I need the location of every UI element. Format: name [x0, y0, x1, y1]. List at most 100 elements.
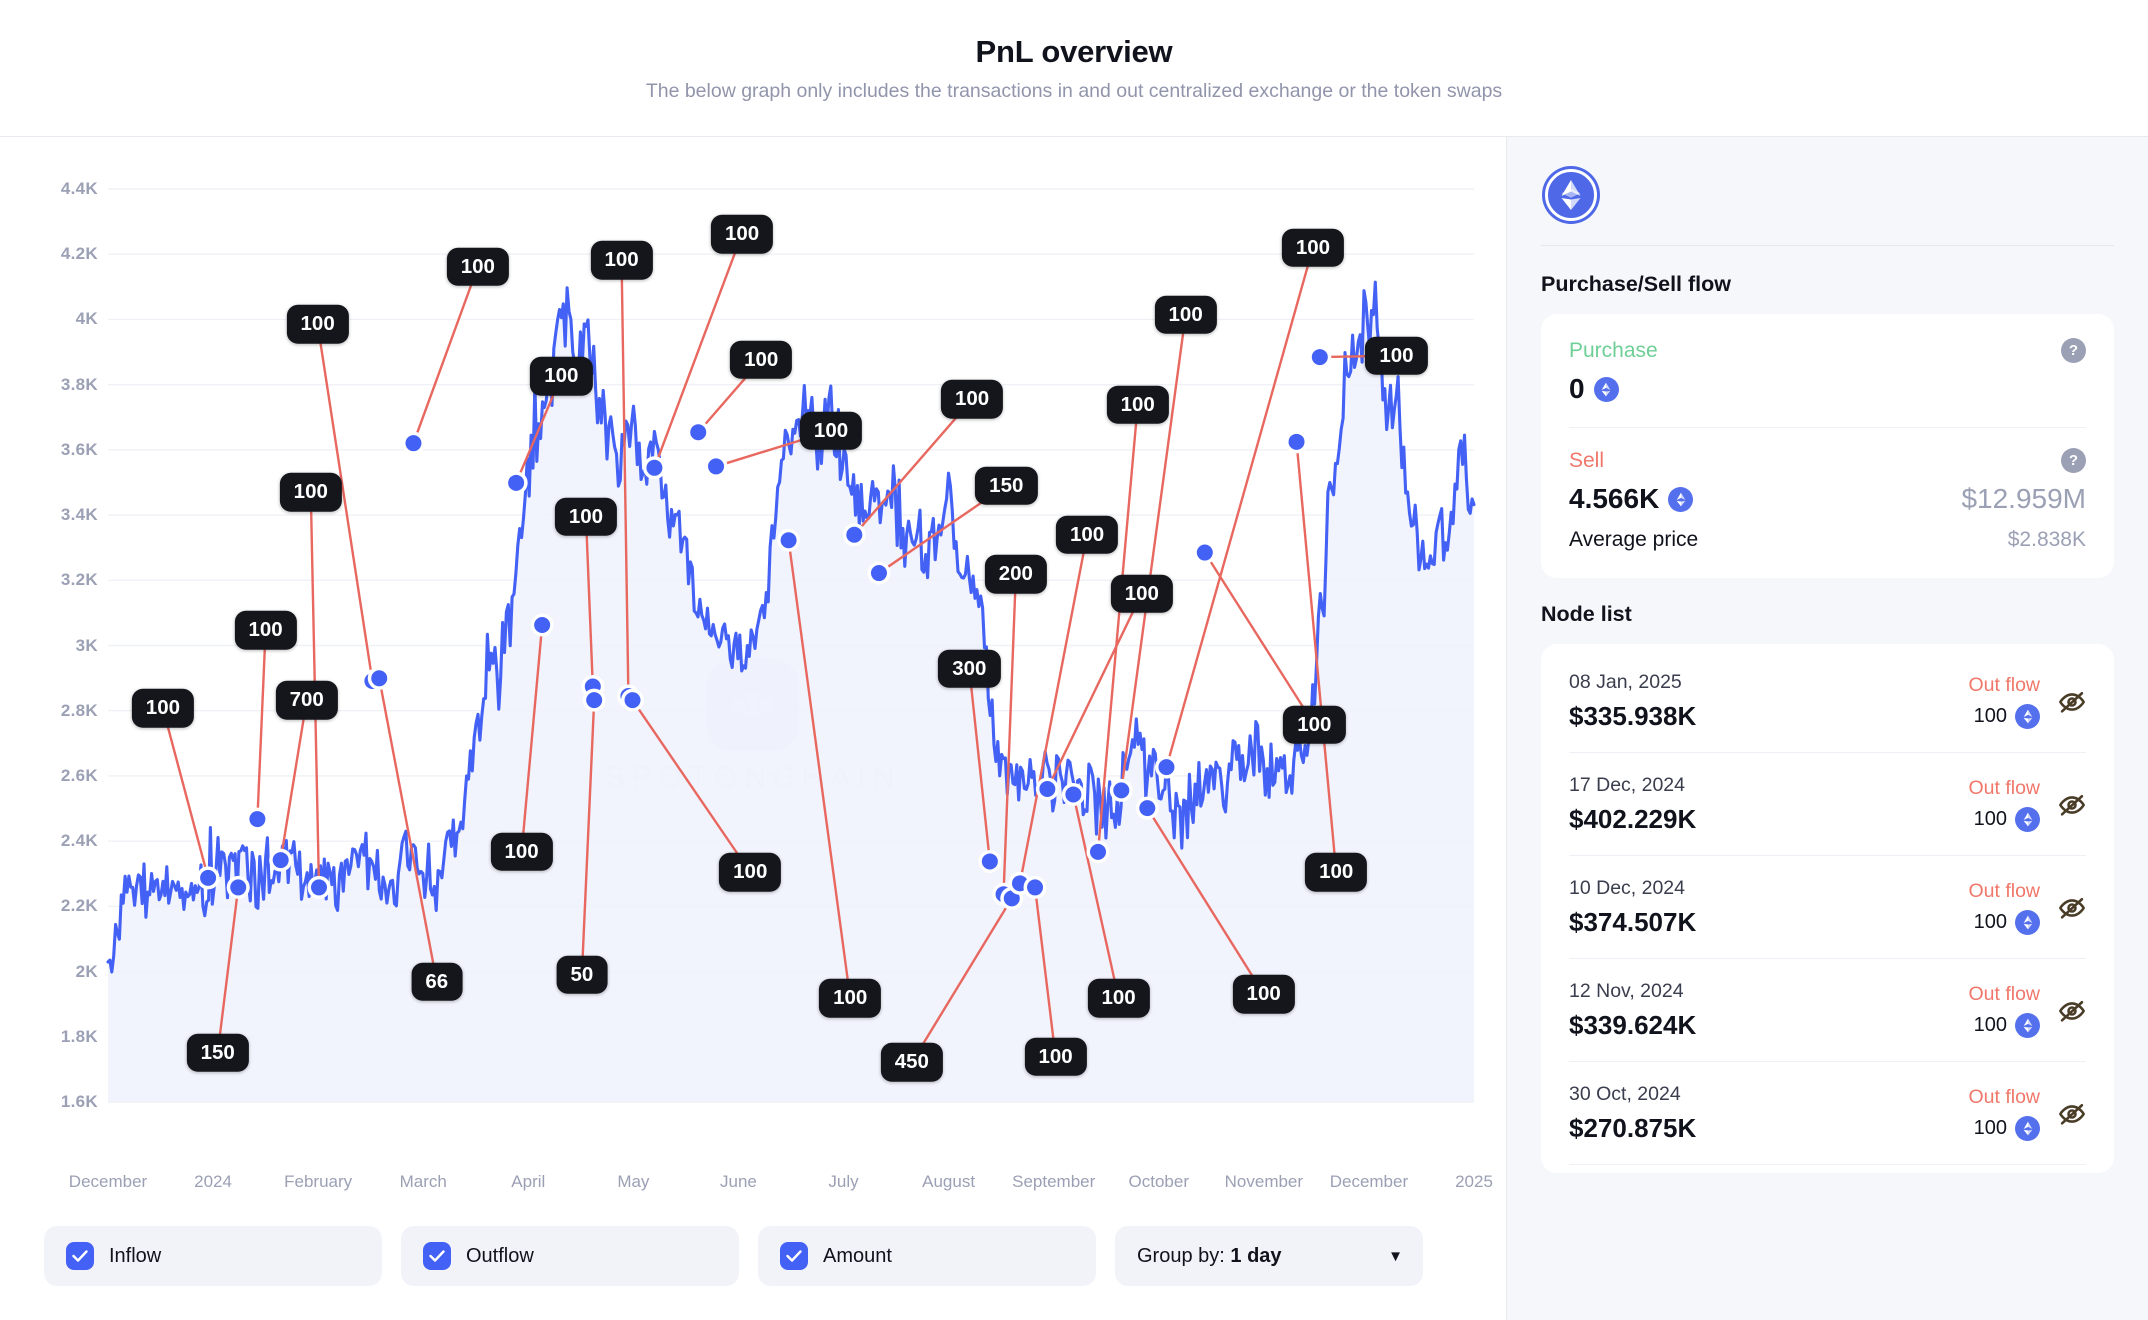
ethereum-token-icon[interactable] — [1545, 169, 1597, 221]
x-axis-tick-label: November — [1224, 1172, 1304, 1191]
chart-annotation-pill[interactable]: 100 — [554, 497, 618, 537]
flow-separator — [1569, 427, 2086, 428]
node-flow-type: Out flow — [1968, 880, 2040, 902]
page-title: PnL overview — [975, 33, 1173, 69]
chart-annotation-pill[interactable]: 100 — [799, 411, 863, 451]
chart-annotation-pill[interactable]: 100 — [1055, 515, 1119, 554]
outflow-label: Outflow — [466, 1244, 534, 1267]
sidebar: Purchase/Sell flow Purchase ? 0 Sell ? 4… — [1506, 137, 2148, 1320]
check-icon[interactable] — [423, 1242, 451, 1270]
x-axis-tick-label: June — [720, 1172, 757, 1191]
amount-toggle[interactable]: Amount — [758, 1226, 1096, 1286]
chart-annotation-pill[interactable]: 200 — [984, 555, 1047, 594]
token-header — [1541, 165, 2114, 245]
ethereum-token-icon — [2015, 704, 2040, 729]
node-list-card: 08 Jan, 2025 $335.938K Out flow 100 17 Dec, … — [1541, 644, 2114, 1173]
node-flow-type: Out flow — [1968, 983, 2040, 1005]
node-list-item[interactable]: 10 Dec, 2024 $374.507K Out flow 100 — [1569, 856, 2086, 959]
chart-pane: SPOTONCHAIN 4.4K4.2K4K3.8K3.6K3.4K3.2K3K… — [0, 137, 1506, 1320]
group-by-prefix: Group by: — [1137, 1244, 1231, 1267]
chart-annotation-pill[interactable]: 150 — [975, 466, 1038, 505]
node-list-section: Node list 08 Jan, 2025 $335.938K Out flow 1… — [1541, 602, 2114, 1173]
x-axis-tick-label: July — [828, 1172, 859, 1191]
chart-annotation-pill[interactable]: 100 — [234, 611, 297, 650]
group-by-dropdown[interactable]: Group by: 1 day ▼ — [1115, 1226, 1423, 1286]
node-right: Out flow 100 — [1968, 1086, 2086, 1141]
chart-annotation-pill[interactable]: 100 — [530, 356, 593, 396]
ethereum-token-icon — [2015, 1013, 2040, 1038]
node-left: 12 Nov, 2024 $339.624K — [1569, 980, 1696, 1041]
ethereum-token-icon — [2015, 1116, 2040, 1141]
chart-annotation-pill[interactable]: 100 — [710, 214, 774, 254]
node-list-item[interactable]: 08 Jan, 2025 $335.938K Out flow 100 — [1569, 650, 2086, 753]
x-axis-tick-label: 2024 — [194, 1172, 232, 1191]
chart-annotation-pill[interactable]: 100 — [1024, 1037, 1087, 1077]
chart-annotation-pill[interactable]: 100 — [819, 978, 882, 1018]
chart-annotation-pill[interactable]: 100 — [1283, 705, 1346, 744]
purchase-label: Purchase — [1569, 338, 1658, 362]
chart-annotation-pill[interactable]: 100 — [940, 380, 1004, 419]
chart-annotation-pill[interactable]: 100 — [490, 832, 553, 872]
chart-annotation-pill[interactable]: 100 — [279, 473, 342, 512]
sidebar-divider — [1541, 245, 2114, 246]
chart-annotation-pill[interactable]: 100 — [446, 247, 509, 287]
chart-annotation-pill[interactable]: 100 — [590, 240, 653, 280]
chart-annotation-pill[interactable]: 100 — [1305, 853, 1368, 892]
chart-annotation-pill[interactable]: 100 — [719, 853, 782, 892]
y-axis-tick-label: 1.8K — [60, 1026, 98, 1046]
eye-off-icon[interactable] — [2058, 791, 2086, 819]
y-axis-labels: 4.4K 4.2K 4K 3.8K 3.6K 3.4K 3.2K 3K 2.8K 2.6K 2.4K… — [0, 137, 108, 1210]
node-list-item[interactable]: 17 Dec, 2024 $402.229K Out flow 100 — [1569, 753, 2086, 856]
chart-annotation-pill[interactable]: 300 — [938, 649, 1001, 688]
x-axis-tick-label: February — [284, 1172, 353, 1191]
y-axis-tick-label: 4.2K — [60, 244, 98, 264]
chart-annotation-pill[interactable]: 100 — [1110, 574, 1173, 613]
sell-amount-value: 4.566K — [1569, 483, 1660, 514]
chart-annotation-pill[interactable]: 66 — [411, 962, 463, 1001]
chart-annotation-pill[interactable]: 100 — [1365, 336, 1428, 375]
node-right: Out flow 100 — [1968, 777, 2086, 832]
check-icon[interactable] — [780, 1242, 808, 1270]
chart-annotation-pill[interactable]: 100 — [1281, 228, 1345, 267]
chart-annotation-pill[interactable]: 100 — [131, 689, 195, 728]
x-axis-tick-label: March — [399, 1172, 447, 1191]
node-flow-type: Out flow — [1968, 1086, 2040, 1108]
eye-off-icon[interactable] — [2058, 894, 2086, 922]
x-axis-tick-label: August — [922, 1172, 976, 1191]
sell-help-icon[interactable]: ? — [2061, 448, 2086, 473]
chevron-down-icon[interactable]: ▼ — [1388, 1249, 1403, 1264]
inflow-label: Inflow — [109, 1244, 162, 1267]
chart-annotation-pill[interactable]: 150 — [186, 1033, 249, 1073]
y-axis-tick-label: 4K — [75, 309, 98, 329]
chart-annotation-pill[interactable]: 100 — [1154, 295, 1217, 334]
chart-area[interactable]: SPOTONCHAIN 4.4K4.2K4K3.8K3.6K3.4K3.2K3K… — [0, 137, 1506, 1210]
inflow-toggle[interactable]: Inflow — [44, 1226, 382, 1286]
eye-off-icon[interactable] — [2058, 1100, 2086, 1128]
chart-annotation-pill[interactable]: 100 — [1232, 974, 1295, 1014]
eye-off-icon[interactable] — [2058, 997, 2086, 1025]
node-amount: 100 — [1974, 1116, 2040, 1141]
amount-label: Amount — [823, 1244, 892, 1267]
chart-annotation-pill[interactable]: 450 — [880, 1043, 943, 1082]
chart-annotation-pill[interactable]: 100 — [286, 305, 349, 344]
x-axis-labels: December 2024 February March April May June Jul… — [0, 1172, 1506, 1202]
chart-annotation-pill[interactable]: 100 — [1087, 978, 1150, 1018]
node-usd-value: $402.229K — [1569, 804, 1697, 834]
outflow-toggle[interactable]: Outflow — [401, 1226, 739, 1286]
chart-annotation-pill[interactable]: 100 — [1106, 385, 1169, 425]
y-axis-tick-label: 3.6K — [60, 439, 98, 459]
group-by-text: Group by: 1 day — [1137, 1245, 1282, 1268]
chart-annotation-pill[interactable]: 700 — [275, 680, 338, 720]
eye-off-icon[interactable] — [2058, 688, 2086, 716]
purchase-help-icon[interactable]: ? — [2061, 338, 2086, 363]
node-right: Out flow 100 — [1968, 880, 2086, 935]
chart-annotation-pill[interactable]: 50 — [556, 955, 608, 995]
node-flow-type: Out flow — [1968, 777, 2040, 799]
purchase-sell-flow-title: Purchase/Sell flow — [1541, 272, 1731, 296]
chart-annotation-pill[interactable]: 100 — [730, 340, 793, 380]
node-list-item[interactable]: 12 Nov, 2024 $339.624K Out flow 100 — [1569, 959, 2086, 1062]
check-icon[interactable] — [66, 1242, 94, 1270]
node-list-item[interactable]: 30 Oct, 2024 $270.875K Out flow 100 — [1569, 1062, 2086, 1165]
x-axis-tick-label: December — [1329, 1172, 1409, 1191]
page-subtitle: The below graph only includes the transa… — [645, 80, 1503, 103]
